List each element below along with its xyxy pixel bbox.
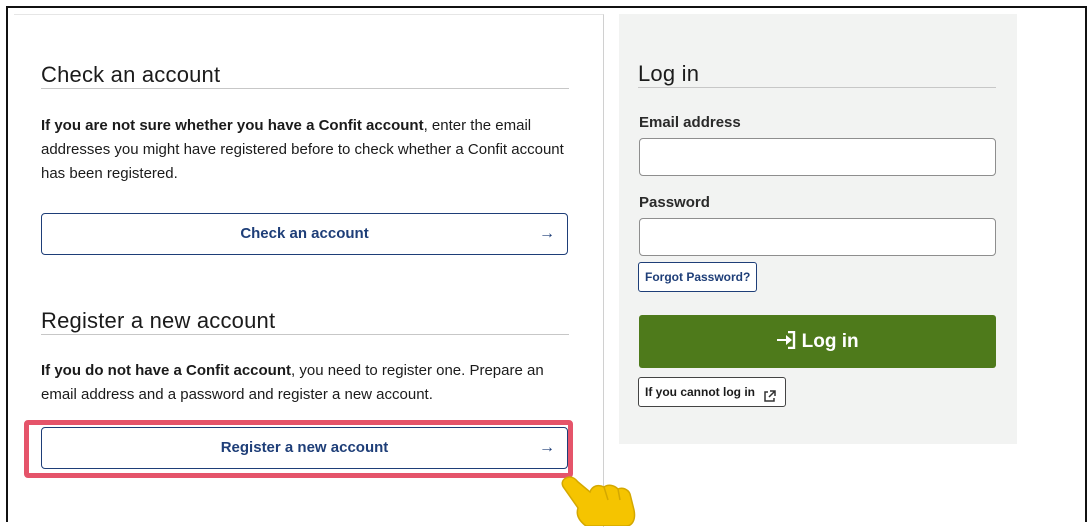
password-field[interactable] [639, 218, 996, 256]
register-account-description: If you do not have a Confit account, you… [41, 359, 569, 407]
login-heading: Log in [638, 61, 700, 86]
arrow-right-icon: → [539, 225, 555, 242]
check-account-button-label: Check an account [240, 225, 369, 242]
login-button[interactable]: Log in [639, 315, 996, 368]
register-button-highlight [24, 420, 573, 478]
email-label: Email address [639, 114, 741, 131]
check-account-button[interactable]: Check an account → [41, 213, 568, 255]
check-description-bold: If you are not sure whether you have a C… [41, 117, 424, 134]
check-account-heading: Check an account [41, 62, 221, 87]
password-label: Password [639, 194, 710, 211]
email-field[interactable] [639, 138, 996, 176]
register-description-bold: If you do not have a Confit account [41, 362, 292, 379]
forgot-password-button[interactable]: Forgot Password? [638, 262, 758, 292]
cannot-login-button[interactable]: If you cannot log in [638, 377, 786, 407]
cannot-login-label: If you cannot log in [645, 385, 755, 399]
login-button-label: Log in [801, 331, 859, 352]
external-link-icon [763, 385, 776, 413]
check-account-description: If you are not sure whether you have a C… [41, 114, 569, 186]
register-heading-divider [41, 334, 569, 335]
sign-in-icon [776, 330, 801, 352]
login-heading-divider [638, 87, 996, 88]
register-account-heading: Register a new account [41, 308, 276, 333]
check-heading-divider [41, 88, 569, 89]
pointing-hand-icon [556, 470, 656, 531]
